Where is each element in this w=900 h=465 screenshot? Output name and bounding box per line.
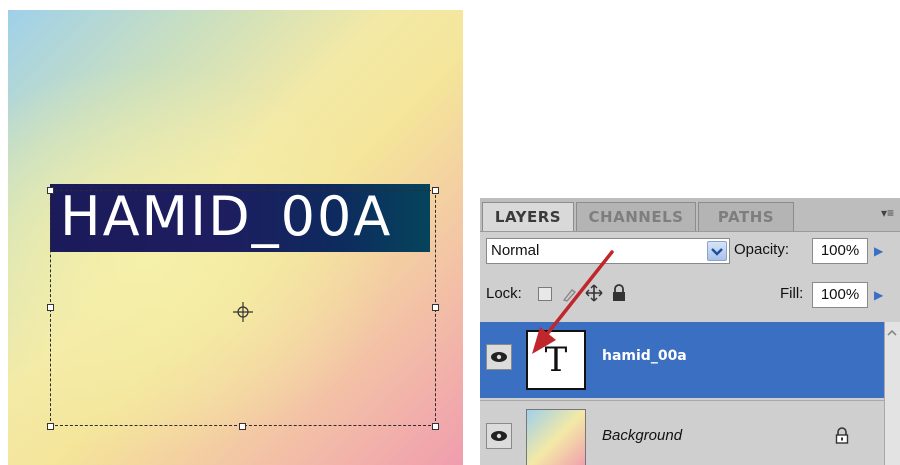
handle-middle-right[interactable]	[432, 304, 439, 311]
scroll-up-icon[interactable]	[885, 326, 899, 340]
layers-scrollbar[interactable]	[884, 322, 900, 465]
fill-slider-arrow-icon[interactable]: ▶	[874, 283, 888, 307]
tab-layers[interactable]: LAYERS	[482, 202, 574, 231]
fill-label: Fill:	[780, 285, 804, 302]
blend-mode-value: Normal	[491, 242, 540, 259]
transform-center-icon[interactable]	[232, 301, 254, 323]
layer-row-background[interactable]: Background	[480, 400, 884, 465]
chevron-down-icon[interactable]	[707, 241, 727, 261]
lock-label: Lock:	[486, 285, 522, 302]
lock-transparent-pixels-icon[interactable]	[538, 287, 552, 301]
lock-position-move-icon[interactable]	[584, 283, 604, 303]
tab-channels[interactable]: CHANNELS	[576, 202, 696, 231]
panel-menu-icon[interactable]: ▾≡	[881, 206, 894, 220]
document-canvas[interactable]: HAMID_00A	[8, 10, 463, 465]
opacity-label: Opacity:	[734, 241, 790, 258]
blend-mode-select[interactable]: Normal	[486, 238, 730, 264]
eye-visibility-icon[interactable]	[486, 423, 512, 449]
lock-all-icon[interactable]	[610, 283, 628, 303]
fill-input[interactable]: 100%	[812, 282, 868, 308]
lock-fill-row: Lock: Fill: 100% ▶	[480, 274, 900, 318]
handle-bottom-center[interactable]	[239, 423, 246, 430]
lock-icon	[835, 427, 849, 444]
opacity-input[interactable]: 100%	[812, 238, 868, 264]
layer-row-text[interactable]: T hamid_00a	[480, 322, 884, 398]
handle-bottom-left[interactable]	[47, 423, 54, 430]
layer-name-text[interactable]: hamid_00a	[602, 348, 687, 364]
opacity-slider-arrow-icon[interactable]: ▶	[874, 239, 888, 263]
layer-name-background[interactable]: Background	[602, 427, 682, 444]
lock-image-pixels-brush-icon[interactable]	[560, 284, 580, 304]
layers-panel: LAYERS CHANNELS PATHS ▾≡ Normal Opacity:…	[480, 198, 900, 465]
handle-middle-left[interactable]	[47, 304, 54, 311]
text-layer-thumbnail[interactable]: T	[526, 330, 586, 390]
handle-bottom-right[interactable]	[432, 423, 439, 430]
eye-visibility-icon[interactable]	[486, 344, 512, 370]
blend-opacity-row: Normal Opacity: 100% ▶	[480, 232, 900, 272]
background-layer-thumbnail[interactable]	[526, 409, 586, 465]
handle-top-right[interactable]	[432, 187, 439, 194]
tab-paths[interactable]: PATHS	[698, 202, 794, 231]
handle-top-left[interactable]	[47, 187, 54, 194]
panel-tab-bar: LAYERS CHANNELS PATHS ▾≡	[480, 198, 900, 232]
